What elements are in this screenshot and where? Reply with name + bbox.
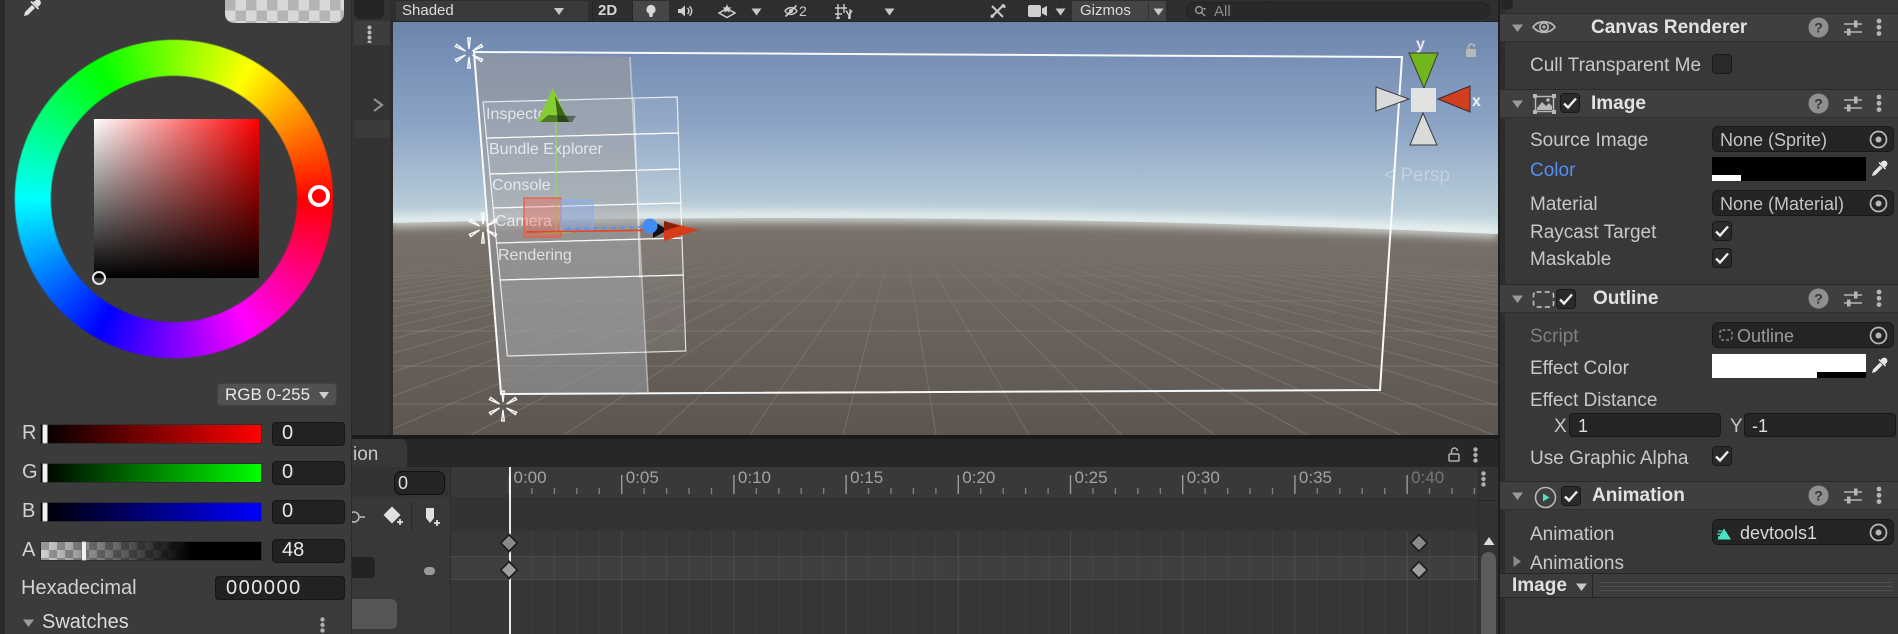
- svg-text:y: y: [1416, 36, 1425, 53]
- svg-text:Bundle Explorer: Bundle Explorer: [489, 141, 604, 158]
- svg-text:Y: Y: [845, 8, 853, 20]
- svg-text:?: ?: [1814, 488, 1823, 504]
- svg-text:Rendering: Rendering: [498, 247, 572, 264]
- svg-text:< Persp: < Persp: [1384, 165, 1450, 186]
- svg-text:Console: Console: [492, 177, 551, 194]
- svg-text:2: 2: [799, 3, 807, 19]
- svg-text:x: x: [1472, 93, 1481, 110]
- svg-text:?: ?: [1814, 20, 1823, 36]
- svg-text:?: ?: [1814, 96, 1823, 112]
- svg-text:?: ?: [1814, 291, 1823, 307]
